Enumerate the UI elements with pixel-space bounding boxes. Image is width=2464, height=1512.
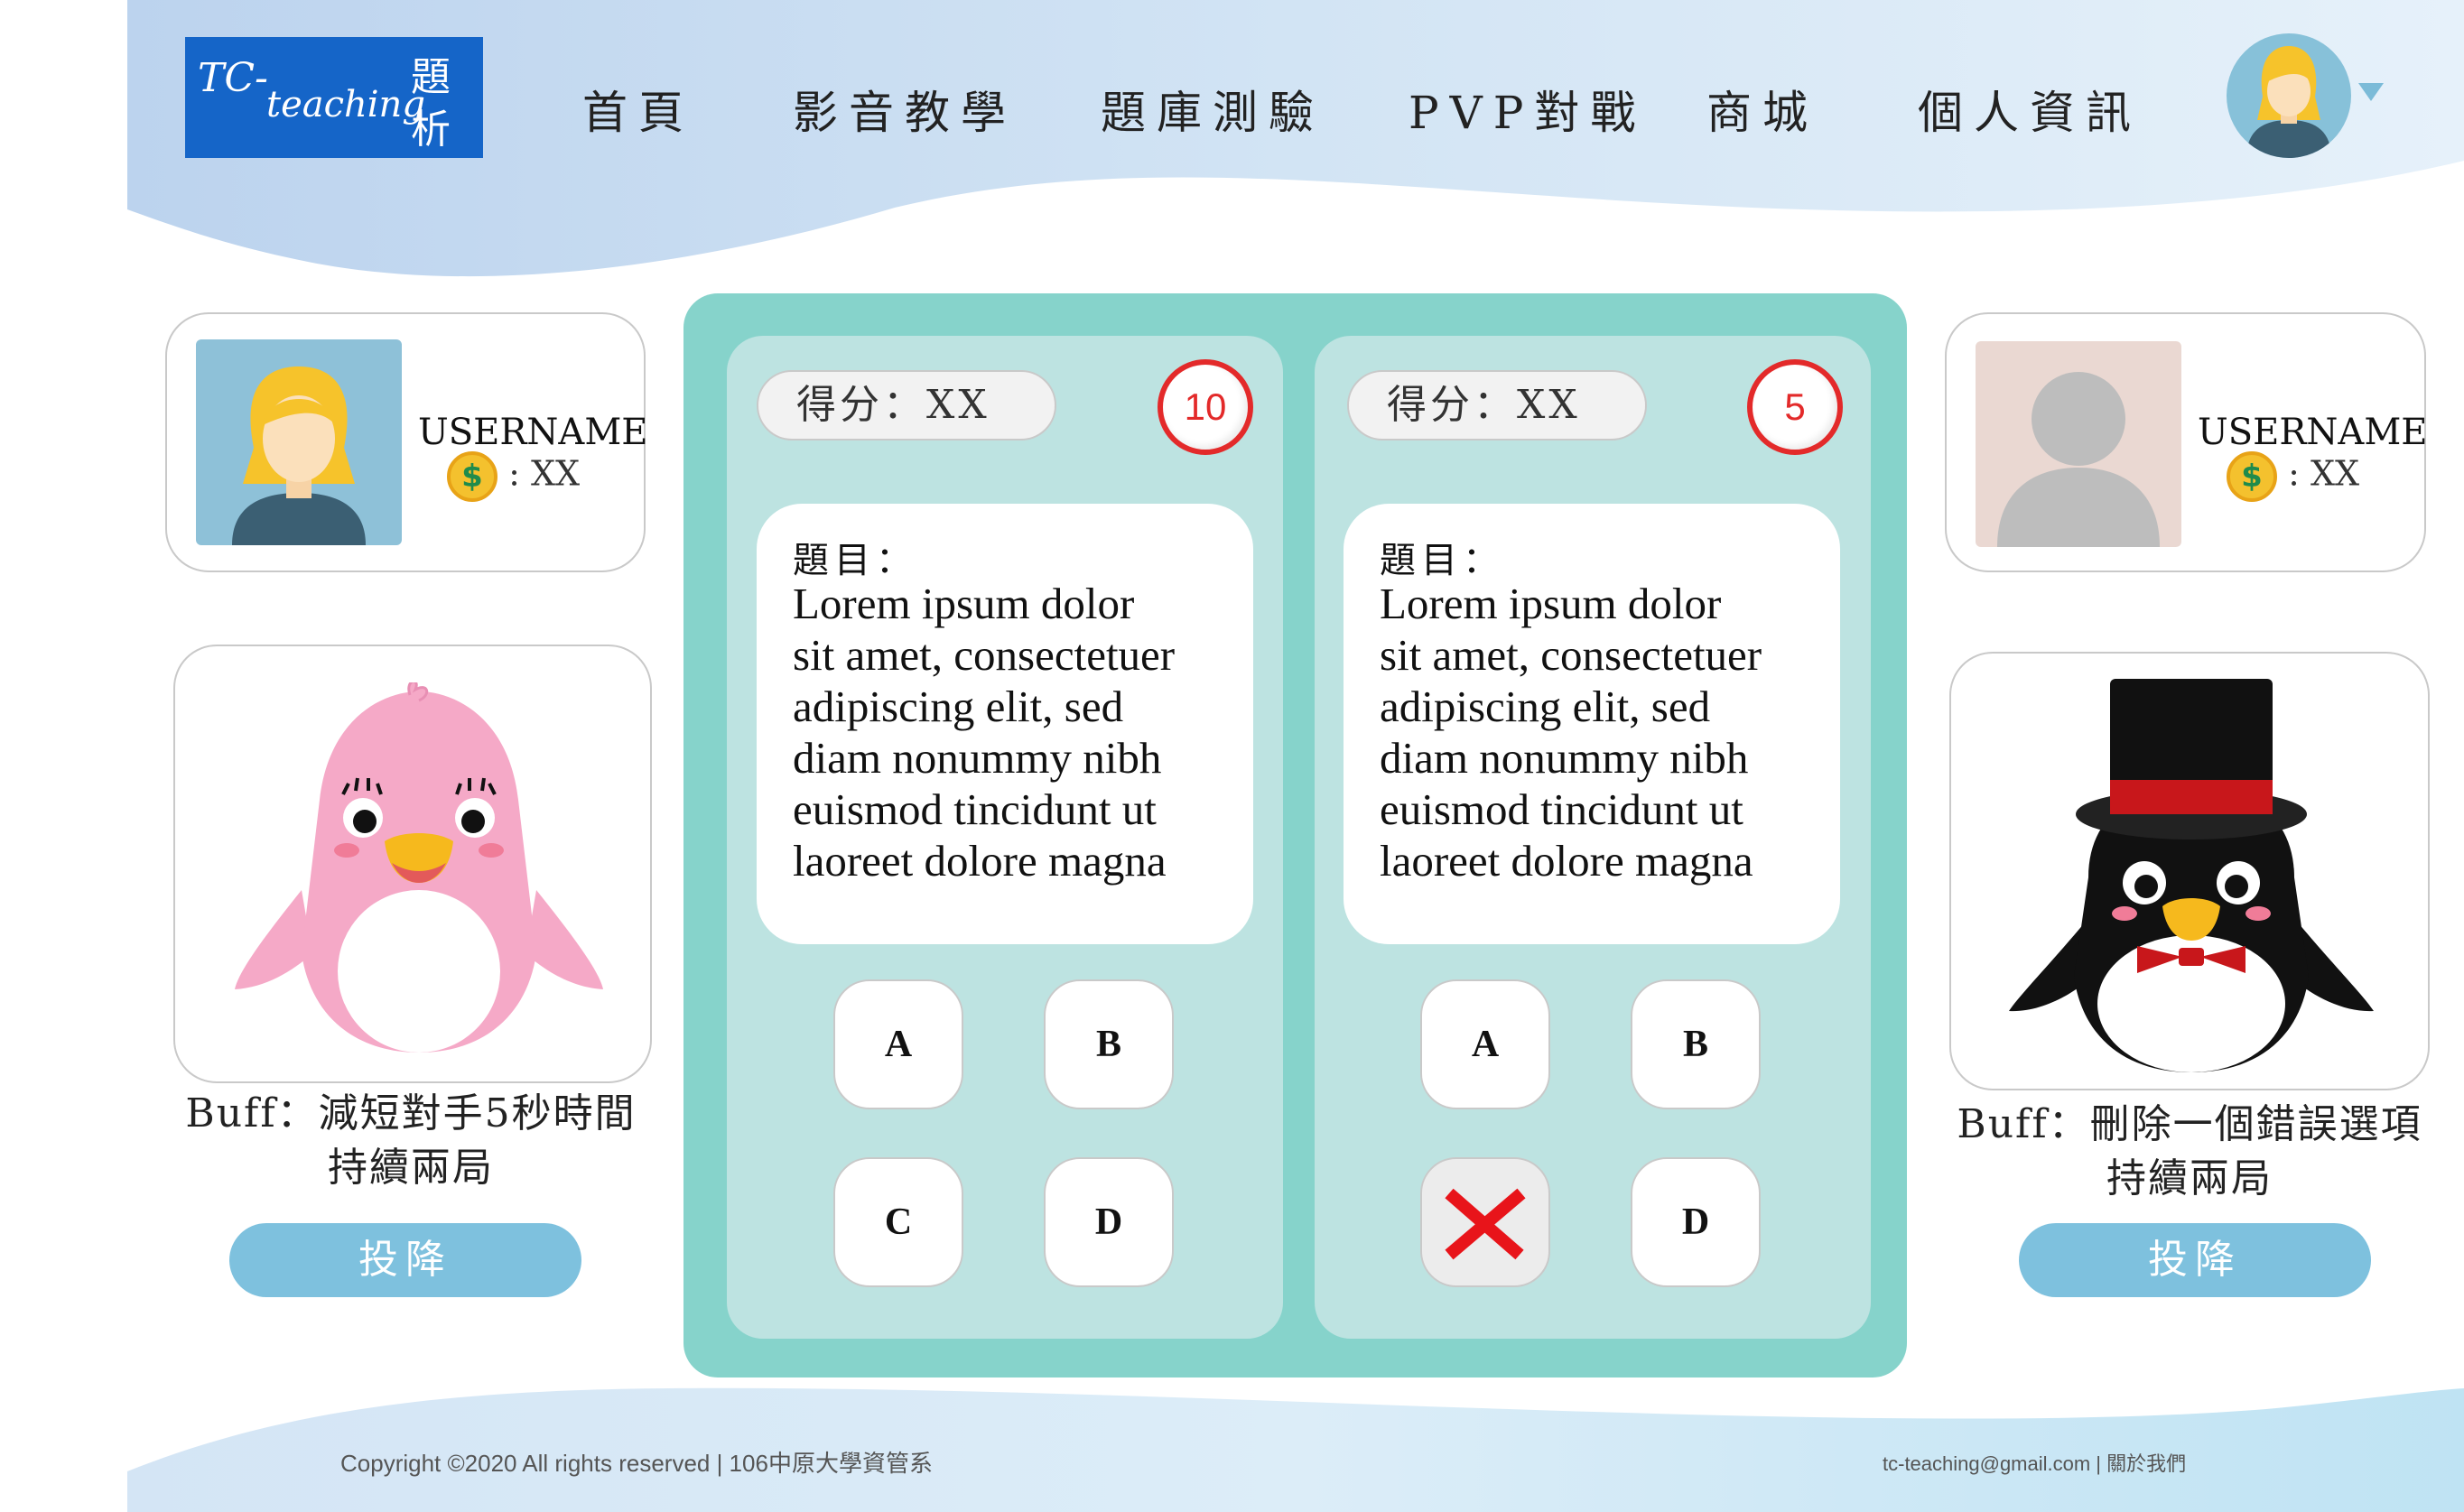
- panel-right-option-d[interactable]: D: [1631, 1157, 1761, 1287]
- nav-profile[interactable]: 個人資訊: [1918, 77, 2142, 142]
- chevron-down-icon[interactable]: [2358, 83, 2384, 101]
- player-left-coins: $ : XX: [447, 451, 580, 502]
- nav-shop[interactable]: 商城: [1706, 77, 1818, 142]
- panel-right-question-card: 題目： Lorem ipsum dolor sit amet, consecte…: [1344, 504, 1840, 944]
- footer-copyright: Copyright ©2020 All rights reserved | 10…: [340, 1450, 933, 1477]
- coin-icon: $: [447, 451, 497, 502]
- question-line: euismod tincidunt ut: [1380, 784, 1743, 834]
- nav-home[interactable]: 首頁: [582, 77, 694, 142]
- question-line: sit amet, consectetuer: [793, 630, 1176, 680]
- question-line: laoreet dolore magna: [1380, 836, 1753, 886]
- panel-right-question-text: Lorem ipsum dolor sit amet, consectetuer…: [1380, 578, 1804, 886]
- panel-right-option-a[interactable]: A: [1420, 979, 1550, 1109]
- question-line: Lorem ipsum dolor: [1380, 579, 1722, 628]
- panel-left-option-d[interactable]: D: [1044, 1157, 1174, 1287]
- panel-left-question-label: 題目：: [793, 540, 917, 581]
- player-right-coin-value: : XX: [2288, 453, 2360, 494]
- player-right-card: USERNAME $ : XX: [1945, 312, 2428, 572]
- panel-left-score: 得分：XX: [757, 370, 1056, 441]
- panel-left-timer: 10: [1158, 359, 1253, 455]
- player-right-buff: Buff：刪除一個錯誤選項 持續兩局: [1914, 1098, 2464, 1206]
- player-right-buff-line2: 持續兩局: [2106, 1155, 2273, 1201]
- player-left-surrender-button[interactable]: 投降: [229, 1223, 581, 1297]
- player-right-surrender-button[interactable]: 投降: [2019, 1223, 2371, 1297]
- panel-left-option-a[interactable]: A: [833, 979, 963, 1109]
- logo-teaching-text: teaching: [266, 84, 425, 125]
- logo-xi-char: 析: [411, 107, 451, 153]
- footer-contact[interactable]: tc-teaching@gmail.com | 關於我們: [1883, 1448, 2186, 1477]
- player-right-buff-line1: Buff：刪除一個錯誤選項: [1957, 1101, 2422, 1147]
- question-line: laoreet dolore magna: [793, 836, 1167, 886]
- question-line: diam nonummy nibh: [793, 733, 1162, 783]
- player-left-card: USERNAME $ : XX: [165, 312, 648, 572]
- question-line: adipiscing elit, sed: [1380, 682, 1711, 731]
- player-left-buff: Buff：減短對手5秒時間 持續兩局: [135, 1087, 686, 1195]
- nav-question-bank[interactable]: 題庫測驗: [1101, 77, 1325, 142]
- player-left-buff-line2: 持續兩局: [328, 1145, 494, 1191]
- player-left-coin-value: : XX: [508, 453, 581, 494]
- panel-left-question-card: 題目： Lorem ipsum dolor sit amet, consecte…: [757, 504, 1253, 944]
- x-mark-icon: [1445, 1188, 1526, 1260]
- player-right-character-card: [1949, 652, 2430, 1090]
- user-avatar-icon[interactable]: [2227, 33, 2351, 158]
- nav-video-lessons[interactable]: 影音教學: [793, 77, 1017, 142]
- player-left-buff-line1: Buff：減短對手5秒時間: [185, 1090, 637, 1136]
- player-left-avatar-icon: [196, 339, 402, 545]
- player-right-coins: $ : XX: [2227, 451, 2359, 502]
- question-line: sit amet, consectetuer: [1380, 630, 1762, 680]
- panel-left-option-b[interactable]: B: [1044, 979, 1174, 1109]
- player-right-avatar-icon: [1976, 341, 2181, 547]
- top-hat-penguin-icon: [2009, 679, 2374, 1072]
- panel-right-timer: 5: [1747, 359, 1843, 455]
- pink-penguin-icon: [235, 682, 603, 1053]
- panel-right-option-b[interactable]: B: [1631, 979, 1761, 1109]
- panel-left-option-c[interactable]: C: [833, 1157, 963, 1287]
- logo-tc-text: TC-: [198, 55, 268, 101]
- panel-left-question-text: Lorem ipsum dolor sit amet, consectetuer…: [793, 578, 1217, 886]
- question-line: diam nonummy nibh: [1380, 733, 1749, 783]
- player-left-username: USERNAME: [418, 412, 648, 453]
- panel-right-question-label: 題目：: [1380, 540, 1504, 581]
- question-line: Lorem ipsum dolor: [793, 579, 1135, 628]
- question-line: adipiscing elit, sed: [793, 682, 1124, 731]
- question-line: euismod tincidunt ut: [793, 784, 1157, 834]
- panel-right-score: 得分：XX: [1347, 370, 1647, 441]
- player-left-character-card: [173, 645, 652, 1083]
- footer-wave: [127, 1387, 2464, 1512]
- site-logo[interactable]: TC- teaching 題 析: [185, 37, 483, 158]
- player-right-username: USERNAME: [2198, 412, 2428, 453]
- nav-pvp-battle[interactable]: PVP對戰: [1409, 77, 1646, 142]
- coin-icon: $: [2227, 451, 2277, 502]
- logo-ti-char: 題: [411, 54, 451, 100]
- panel-right-option-c-removed: [1420, 1157, 1550, 1287]
